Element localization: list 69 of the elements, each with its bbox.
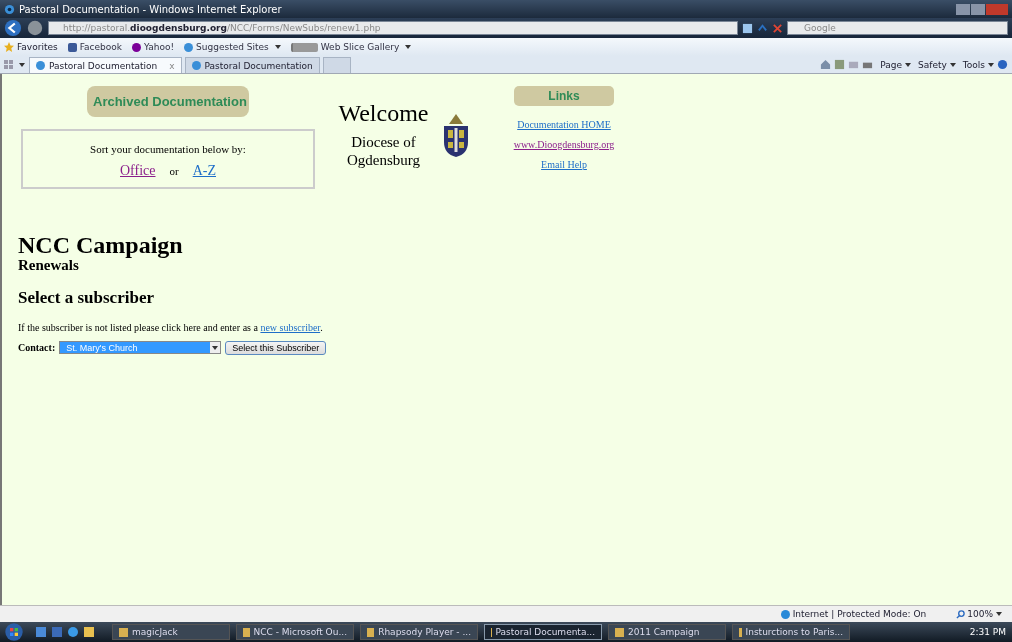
favorites-button[interactable]: Favorites [4, 42, 58, 52]
window-title: Pastoral Documentation - Windows Internet Explorer [19, 3, 282, 15]
page-link[interactable]: Documentation HOME [517, 119, 611, 130]
browser-tab[interactable]: Pastoral Documentation [184, 57, 320, 73]
favorites-link[interactable]: Suggested Sites [184, 42, 281, 52]
quick-tabs-icon[interactable] [4, 59, 26, 70]
magnifier-icon [956, 609, 966, 619]
favorites-link[interactable]: Yahoo! [131, 42, 175, 52]
page-heading: NCC Campaign [18, 233, 184, 257]
zoom-level[interactable]: 100% [956, 609, 1002, 619]
app-icon [119, 627, 128, 637]
back-button[interactable] [4, 19, 22, 37]
instruction-text: If the subscriber is not listed please click here and enter as a new subscriber. [18, 321, 324, 333]
taskbar-button[interactable]: NCC - Microsoft Ou... [236, 624, 354, 640]
command-menu[interactable]: Safety [918, 59, 956, 70]
caret-icon [905, 62, 912, 67]
window-controls[interactable] [956, 3, 1008, 15]
welcome-heading: Welcome [338, 100, 429, 127]
sort-link[interactable]: Office [120, 163, 156, 179]
forward-button[interactable] [26, 19, 44, 37]
or-text: or [169, 165, 179, 177]
select-subscriber-button[interactable]: Select this Subscriber [225, 340, 327, 355]
site-icon [67, 42, 77, 52]
security-zone: Internet | Protected Mode: On [780, 609, 927, 619]
taskbar-button[interactable]: 2011 Campaign [608, 624, 726, 640]
taskbar-button[interactable]: magicJack [112, 624, 230, 640]
home-icon[interactable] [820, 59, 832, 70]
quick-launch-icons[interactable] [34, 625, 94, 639]
page-link[interactable]: www.Dioogdensburg.org [513, 139, 615, 150]
address-field[interactable]: http://pastoral.dioogdensburg.org/NCC/Forms/NewSubs/renew1.php [48, 21, 738, 35]
section-heading: Select a subscriber [18, 287, 155, 308]
sort-instruction: Sort your documentation below by: [90, 143, 246, 155]
links-header: Links [514, 86, 614, 106]
globe-icon [780, 609, 790, 619]
browser-icon [191, 61, 201, 70]
command-menu[interactable]: Tools [962, 59, 994, 70]
taskbar-button[interactable]: Pastoral Documenta... [484, 624, 602, 640]
site-icon [290, 42, 318, 52]
sort-link[interactable]: A-Z [192, 163, 216, 179]
help-icon[interactable] [997, 59, 1008, 70]
favorites-link[interactable]: Web Slice Gallery [290, 42, 412, 52]
star-icon [4, 42, 14, 52]
site-icon [131, 42, 141, 52]
site-icon [184, 42, 194, 52]
caret-icon [949, 62, 956, 67]
caret-icon [996, 612, 1002, 616]
app-icon [367, 627, 375, 637]
feed-icon[interactable] [834, 59, 846, 70]
browser-tab[interactable]: Pastoral Documentation x [29, 57, 182, 73]
browser-icon [4, 3, 15, 15]
browser-icon [36, 61, 45, 70]
favorites-link[interactable]: Facebook [67, 42, 122, 52]
app-icon [243, 627, 250, 637]
page-link[interactable]: Email Help [541, 159, 587, 170]
caret-icon [405, 45, 412, 49]
diocese-name: Diocese of Ogdensburg [345, 133, 422, 169]
clock: 2:31 PM [969, 627, 1006, 637]
command-menu[interactable]: Page [880, 59, 912, 70]
refresh-icon[interactable] [742, 22, 753, 34]
stop-icon[interactable] [772, 22, 783, 34]
page-subheading: Renewals [18, 257, 79, 274]
app-icon [615, 627, 624, 637]
contact-label: Contact: [18, 342, 56, 353]
caret-icon [988, 62, 994, 67]
caret-icon [274, 45, 281, 49]
taskbar-button[interactable]: Insturctions to Paris... [732, 624, 850, 640]
taskbar-button[interactable]: Rhapsody Player - ... [360, 624, 478, 640]
coat-of-arms-icon [441, 112, 471, 158]
app-icon [739, 627, 742, 637]
